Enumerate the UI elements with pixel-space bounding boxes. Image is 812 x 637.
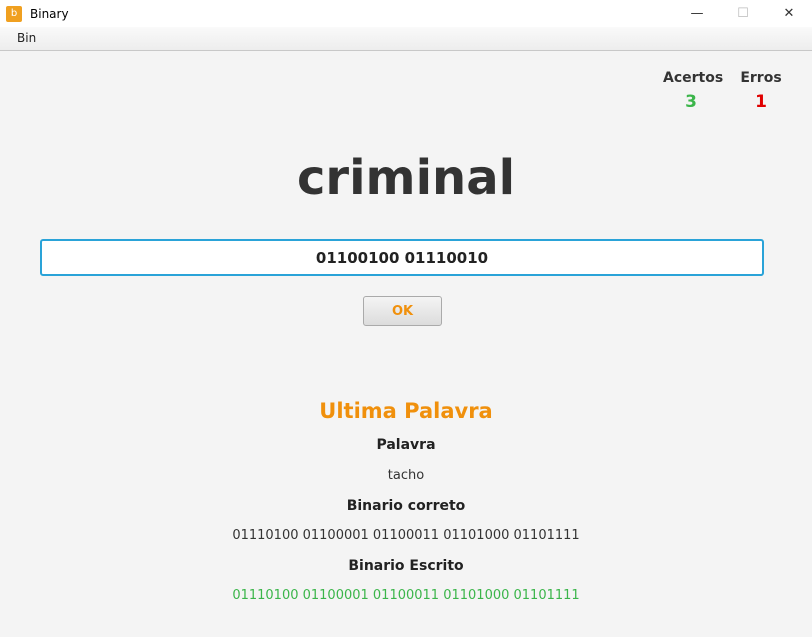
erros-label: Erros — [740, 70, 782, 86]
ok-button[interactable]: OK — [363, 296, 442, 326]
acertos-label: Acertos — [663, 70, 724, 86]
binary-answer-input[interactable] — [40, 239, 764, 276]
maximize-icon[interactable]: ☐ — [720, 0, 766, 27]
last-word-title: Ultima Palavra — [319, 399, 493, 423]
palavra-label: Palavra — [376, 437, 436, 453]
menu-item-bin[interactable]: Bin — [17, 31, 36, 45]
written-binary-label: Binario Escrito — [348, 558, 464, 574]
acertos-score: Acertos 3 — [663, 70, 724, 112]
menu-bar: Bin — [0, 27, 812, 51]
window-controls: — ☐ ✕ — [674, 0, 812, 27]
correct-binary-label: Binario correto — [346, 498, 466, 514]
acertos-value: 3 — [685, 92, 697, 112]
title-bar: b Binary — ☐ ✕ — [0, 0, 812, 27]
written-binary-value: 01110100 01100001 01100011 01101000 0110… — [232, 588, 580, 603]
erros-score: Erros 1 — [739, 70, 783, 112]
app-icon: b — [6, 5, 22, 22]
current-word: criminal — [296, 150, 516, 206]
correct-binary-value: 01110100 01100001 01100011 01101000 0110… — [232, 528, 580, 543]
window-title: Binary — [30, 6, 69, 21]
close-icon[interactable]: ✕ — [766, 0, 812, 27]
minimize-icon[interactable]: — — [674, 0, 720, 27]
palavra-value: tacho — [387, 468, 425, 483]
erros-value: 1 — [755, 92, 767, 112]
